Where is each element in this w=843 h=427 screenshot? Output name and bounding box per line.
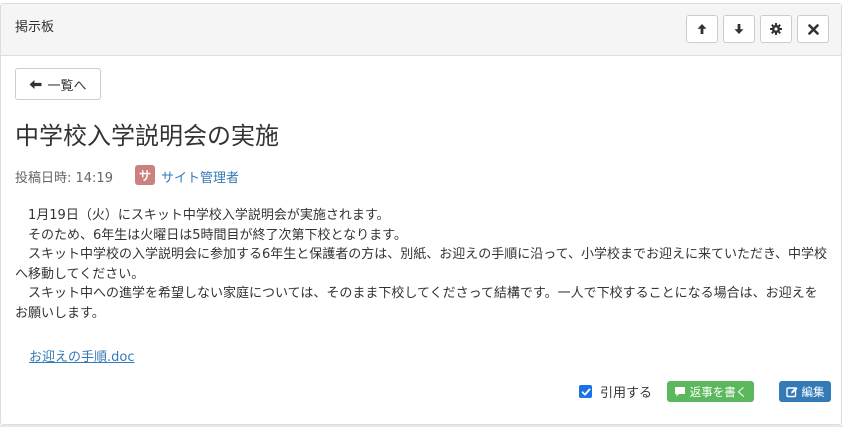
edit-button-label: 編集 <box>801 384 825 399</box>
reply-button[interactable]: 返事を書く <box>667 381 754 402</box>
author-name-link[interactable]: サイト管理者 <box>161 167 239 186</box>
back-to-list-button[interactable]: 一覧へ <box>15 68 101 100</box>
post-body: 1月19日（火）にスキット中学校入学説明会が実施されます。 そのため、6年生は火… <box>15 206 830 324</box>
settings-button[interactable] <box>760 15 792 43</box>
quote-label: 引用する <box>600 386 653 401</box>
post-title: 中学校入学説明会の実施 <box>15 122 279 150</box>
author-avatar: サ <box>135 165 155 185</box>
reply-button-label: 返事を書く <box>689 384 748 399</box>
quote-checkbox[interactable] <box>579 385 592 398</box>
arrow-left-icon <box>29 79 42 89</box>
body-paragraph: そのため、6年生は火曜日は5時間目が終了次第下校となります。 <box>15 227 407 243</box>
arrow-up-icon <box>697 24 707 34</box>
close-button[interactable] <box>797 15 829 43</box>
panel-title: 掲示板 <box>15 20 55 35</box>
body-paragraph: スキット中への進学を希望しない家庭については、そのまま下校してくださって結構です… <box>15 286 818 321</box>
body-paragraph: スキット中学校の入学説明会に参加する6年生と保護者の方は、別紙、お迎えの手順に沿… <box>15 247 828 282</box>
edit-icon <box>785 386 797 397</box>
comment-icon <box>674 387 685 397</box>
move-up-button[interactable] <box>686 15 718 43</box>
close-icon <box>807 23 819 35</box>
body-paragraph: 1月19日（火）にスキット中学校入学説明会が実施されます。 <box>15 208 390 223</box>
gear-icon <box>770 23 782 35</box>
panel-heading: 掲示板 <box>1 4 841 56</box>
back-button-label: 一覧へ <box>47 78 87 94</box>
move-down-button[interactable] <box>723 15 755 43</box>
edit-button[interactable]: 編集 <box>779 381 831 402</box>
arrow-down-icon <box>734 24 744 34</box>
attachment-link[interactable]: お迎えの手順.doc <box>29 346 135 365</box>
posted-datetime: 投稿日時: 14:19 <box>15 171 113 186</box>
check-icon <box>581 388 590 395</box>
quote-option: 引用する <box>579 382 652 401</box>
